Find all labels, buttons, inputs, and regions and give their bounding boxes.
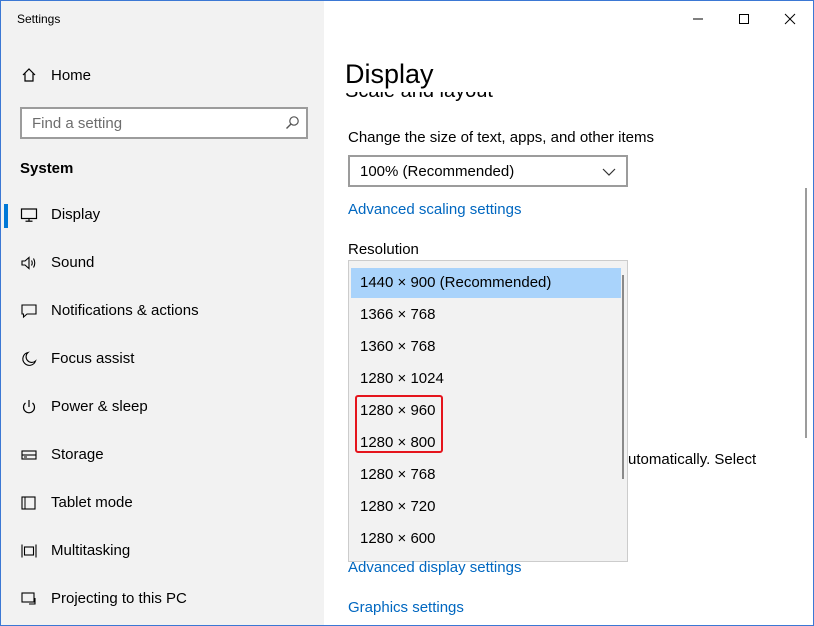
search-box[interactable] [20,107,308,139]
section-heading: System [20,160,74,177]
search-input[interactable] [22,109,272,137]
speaker-icon [20,254,38,272]
tablet-icon [20,494,38,512]
advanced-display-link[interactable]: Advanced display settings [348,559,521,576]
sidebar-item-label: Storage [51,446,104,463]
sidebar-item-home[interactable]: Home [1,57,324,93]
section-heading: Scale and layout [345,92,493,103]
sidebar-item-focus-assist[interactable]: Focus assist [1,339,324,379]
sidebar-item-notifications[interactable]: Notifications & actions [1,291,324,331]
resolution-option[interactable]: 1280 × 960 [349,396,621,426]
sidebar-item-label: Focus assist [51,350,135,367]
resolution-option[interactable]: 1280 × 768 [349,460,621,490]
projecting-icon [20,590,38,608]
close-button[interactable] [767,1,813,37]
sidebar-item-label: Home [51,67,92,84]
home-icon [20,66,38,84]
sidebar-item-storage[interactable]: Storage [1,435,324,475]
minimize-icon [693,18,703,20]
list-scrollbar[interactable] [622,275,624,479]
monitor-icon [20,206,38,224]
close-icon [784,13,796,25]
resolution-option[interactable]: 1280 × 1024 [349,364,621,394]
page-title: Display [345,59,434,89]
sidebar-item-multitasking[interactable]: Multitasking [1,531,324,571]
moon-icon [20,350,38,368]
sidebar-item-projecting[interactable]: Projecting to this PC [1,579,324,619]
maximize-icon [739,14,749,24]
partially-hidden-text: utomatically. Select [628,451,757,468]
resolution-option[interactable]: 1280 × 720 [349,492,621,522]
resolution-option[interactable]: 1280 × 600 [349,524,621,554]
sidebar-item-label: Multitasking [51,542,131,559]
resolution-option[interactable]: 1360 × 768 [349,332,621,362]
advanced-scaling-link[interactable]: Advanced scaling settings [348,201,521,218]
resolution-option[interactable]: 1366 × 768 [349,300,621,330]
maximize-button[interactable] [721,1,767,37]
scale-label: Change the size of text, apps, and other… [348,129,655,146]
sidebar-item-label: Power & sleep [51,398,148,415]
section-heading-clip: Scale and layout [345,92,645,105]
sidebar: Settings Home System Display Sound [1,1,324,625]
sidebar-item-label: Display [51,206,101,223]
sidebar-item-display[interactable]: Display [1,195,324,235]
window-controls [675,1,813,37]
settings-window: Settings Home System Display Sound [0,0,814,626]
notifications-icon [20,302,38,320]
sidebar-item-label: Notifications & actions [51,302,199,319]
scale-dropdown[interactable]: 100% (Recommended) [348,155,628,187]
sidebar-item-sound[interactable]: Sound [1,243,324,283]
graphics-settings-link[interactable]: Graphics settings [348,599,464,616]
search-icon[interactable] [284,115,300,131]
chevron-down-icon [602,165,616,177]
resolution-option[interactable]: 1440 × 900 (Recommended) [351,268,621,298]
app-title: Settings [17,12,61,26]
power-icon [20,398,38,416]
page-scrollbar[interactable] [805,188,807,438]
sidebar-item-tablet-mode[interactable]: Tablet mode [1,483,324,523]
scale-value: 100% (Recommended) [360,163,515,180]
minimize-button[interactable] [675,1,721,37]
resolution-dropdown-list[interactable]: 1440 × 900 (Recommended) 1366 × 768 1360… [348,260,628,562]
sidebar-item-power-sleep[interactable]: Power & sleep [1,387,324,427]
resolution-option[interactable]: 1280 × 800 [349,428,621,458]
sidebar-item-label: Projecting to this PC [51,590,187,607]
multitasking-icon [20,542,38,560]
sidebar-item-label: Tablet mode [51,494,133,511]
storage-icon [20,446,38,464]
sidebar-item-label: Sound [51,254,95,271]
resolution-label: Resolution [348,241,419,258]
